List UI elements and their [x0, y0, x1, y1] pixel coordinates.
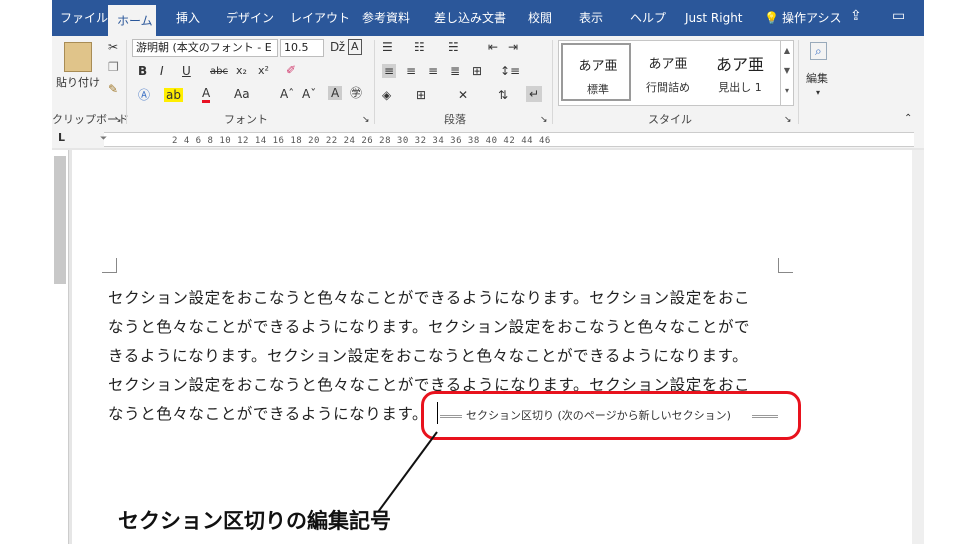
annotation-caption: セクション区切りの編集記号 — [118, 509, 391, 533]
annotation-arrow-line — [377, 431, 438, 513]
annotation-arrow — [377, 431, 438, 513]
